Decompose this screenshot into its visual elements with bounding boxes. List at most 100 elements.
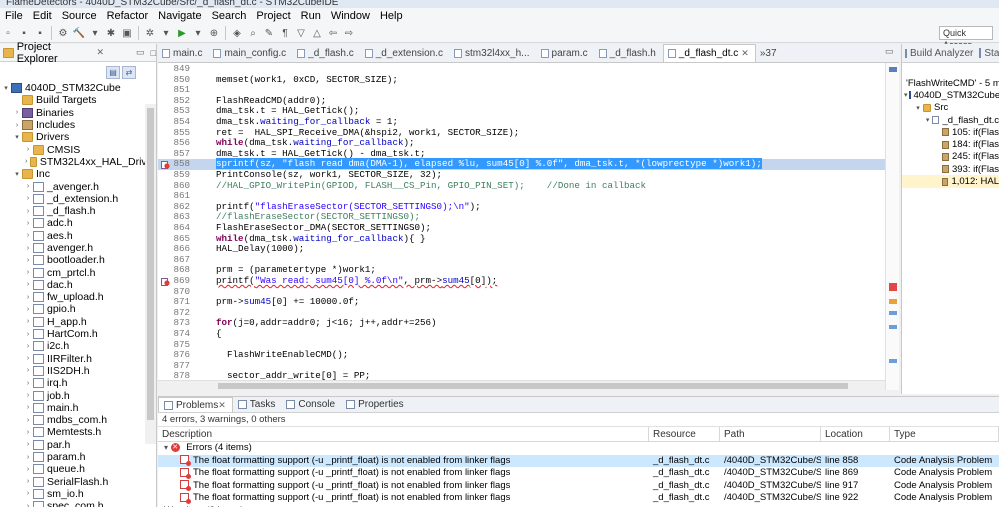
chevron-right-icon[interactable]: › <box>24 245 32 252</box>
search-result-row[interactable]: 1,012: HAL <box>902 175 999 188</box>
column-header-path[interactable]: Path <box>720 427 821 441</box>
chevron-down-icon[interactable]: ▾ <box>904 91 908 99</box>
table-row[interactable]: The float formatting support (-u _printf… <box>158 480 999 493</box>
problems-group-row[interactable]: ▾ ✕ Errors (4 items) <box>158 442 999 455</box>
chevron-right-icon[interactable]: › <box>24 158 29 165</box>
tree-item[interactable]: › bootloader.h <box>0 254 156 266</box>
chevron-right-icon[interactable]: › <box>24 269 32 276</box>
search-result-row[interactable]: ▾ 4040D_STM32Cube <box>902 89 999 101</box>
tree-item[interactable]: › job.h <box>0 389 156 402</box>
tree-item[interactable]: › avenger.h <box>0 242 156 254</box>
save-all-icon[interactable]: ▪ <box>33 26 47 40</box>
chevron-right-icon[interactable]: › <box>24 331 32 338</box>
forward-icon[interactable]: ⇨ <box>342 26 356 40</box>
editor-tab[interactable]: param.c <box>537 44 595 62</box>
chevron-right-icon[interactable]: › <box>24 417 32 424</box>
column-header-resource[interactable]: Resource <box>649 427 720 441</box>
prev-annotation-icon[interactable]: △ <box>310 26 324 40</box>
search-result-row[interactable]: 393: if(Flas <box>902 163 999 175</box>
column-header-location[interactable]: Location <box>821 427 890 441</box>
chevron-right-icon[interactable]: › <box>24 404 32 411</box>
debug-icon[interactable]: ✱ <box>104 26 118 40</box>
chevron-right-icon[interactable]: › <box>24 429 32 436</box>
toggle-mark-icon[interactable]: ✎ <box>262 26 276 40</box>
menu-item-refactor[interactable]: Refactor <box>102 8 154 24</box>
chevron-right-icon[interactable]: › <box>24 208 32 215</box>
tree-item[interactable]: › irq.h <box>0 377 156 389</box>
tree-item[interactable]: › HartCom.h <box>0 328 156 340</box>
chevron-down-icon[interactable]: ▾ <box>191 26 205 40</box>
tree-item[interactable]: › sm_io.h <box>0 488 156 500</box>
tree-item[interactable]: › aes.h <box>0 230 156 242</box>
menu-item-window[interactable]: Window <box>326 8 375 24</box>
scrollbar-thumb[interactable] <box>218 383 848 389</box>
tree-item[interactable]: ▾ Drivers <box>0 131 156 143</box>
tree-item[interactable]: › mdbs_com.h <box>0 414 156 426</box>
collapse-all-icon[interactable]: ▤ <box>106 65 120 79</box>
debug-run-icon[interactable]: ✲ <box>143 26 157 40</box>
quick-access-field[interactable]: Quick Access <box>939 26 993 50</box>
chevron-down-icon[interactable]: ▾ <box>2 84 10 92</box>
tree-item[interactable]: › _d_flash.h <box>0 205 156 217</box>
link-editor-icon[interactable]: ⇄ <box>122 65 136 79</box>
search-result-row[interactable]: 245: if(Flas <box>902 151 999 163</box>
chevron-right-icon[interactable]: › <box>24 466 32 473</box>
chevron-right-icon[interactable]: › <box>24 478 32 485</box>
tree-item[interactable]: › STM32L4xx_HAL_Driver <box>0 156 156 168</box>
chevron-right-icon[interactable]: › <box>24 392 32 399</box>
chevron-down-icon[interactable]: ▾ <box>159 26 173 40</box>
chevron-down-icon[interactable]: ▾ <box>164 443 168 452</box>
editor-horizontal-scrollbar[interactable] <box>158 380 885 390</box>
chevron-right-icon[interactable]: › <box>24 257 32 264</box>
tree-item[interactable]: › main.h <box>0 402 156 414</box>
chip-icon[interactable]: ▣ <box>120 26 134 40</box>
table-row[interactable]: The float formatting support (-u _printf… <box>158 492 999 505</box>
tab-properties[interactable]: Properties <box>341 397 410 412</box>
close-icon[interactable]: ✕ <box>218 400 226 411</box>
tree-item[interactable]: › H_app.h <box>0 316 156 328</box>
tree-item[interactable]: › Includes <box>0 119 156 131</box>
chevron-right-icon[interactable]: › <box>24 367 32 374</box>
column-header-description[interactable]: Description <box>158 427 649 441</box>
search-result-row[interactable]: ▾ _d_flash_dt.c <box>902 114 999 126</box>
tree-item[interactable]: › _avenger.h <box>0 180 156 193</box>
chevron-right-icon[interactable]: › <box>24 503 32 507</box>
tree-item[interactable]: › queue.h <box>0 463 156 475</box>
overview-marker[interactable] <box>889 67 897 72</box>
tree-item[interactable]: › adc.h <box>0 217 156 229</box>
overview-marker[interactable] <box>889 325 897 329</box>
tree-item[interactable]: Build Targets <box>0 94 156 106</box>
chevron-right-icon[interactable]: › <box>24 355 32 362</box>
chevron-right-icon[interactable]: › <box>24 306 32 313</box>
overview-marker[interactable] <box>889 359 897 363</box>
new-icon[interactable]: ▫ <box>1 26 15 40</box>
settings-icon[interactable]: ⚙ <box>56 26 70 40</box>
tree-item[interactable]: › dac.h <box>0 279 156 291</box>
tab-static-stack[interactable]: Sta <box>984 48 999 59</box>
table-row[interactable]: The float formatting support (-u _printf… <box>158 467 999 480</box>
external-tools-icon[interactable]: ⊕ <box>207 26 221 40</box>
menu-item-source[interactable]: Source <box>57 8 102 24</box>
tree-item[interactable]: › i2c.h <box>0 340 156 352</box>
tree-item[interactable]: › IIRFilter.h <box>0 353 156 365</box>
search-result-row[interactable]: 105: if(Flas <box>902 126 999 138</box>
chevron-right-icon[interactable]: › <box>24 380 32 387</box>
code-editor[interactable]: 849 850 memset(work1, 0xCD, SECTOR_SIZE); 8… <box>158 63 885 390</box>
menu-item-run[interactable]: Run <box>296 8 326 24</box>
next-annotation-icon[interactable]: ▽ <box>294 26 308 40</box>
overview-error-marker[interactable] <box>889 283 897 291</box>
chevron-down-icon[interactable]: ▾ <box>13 170 21 178</box>
table-row[interactable]: The float formatting support (-u _printf… <box>158 454 999 467</box>
chevron-down-icon[interactable]: ▾ <box>13 133 21 141</box>
open-type-icon[interactable]: ◈ <box>230 26 244 40</box>
tree-item[interactable]: › param.h <box>0 451 156 463</box>
scrollbar-thumb[interactable] <box>147 108 154 420</box>
menu-item-navigate[interactable]: Navigate <box>153 8 206 24</box>
chevron-right-icon[interactable]: › <box>13 122 21 129</box>
chevron-right-icon[interactable]: › <box>24 454 32 461</box>
tree-item[interactable]: › SerialFlash.h <box>0 476 156 488</box>
close-icon[interactable]: ✕ <box>97 47 105 58</box>
chevron-right-icon[interactable]: › <box>24 195 32 202</box>
chevron-right-icon[interactable]: › <box>24 441 32 448</box>
editor-tab[interactable]: _d_flash.h <box>595 44 663 62</box>
